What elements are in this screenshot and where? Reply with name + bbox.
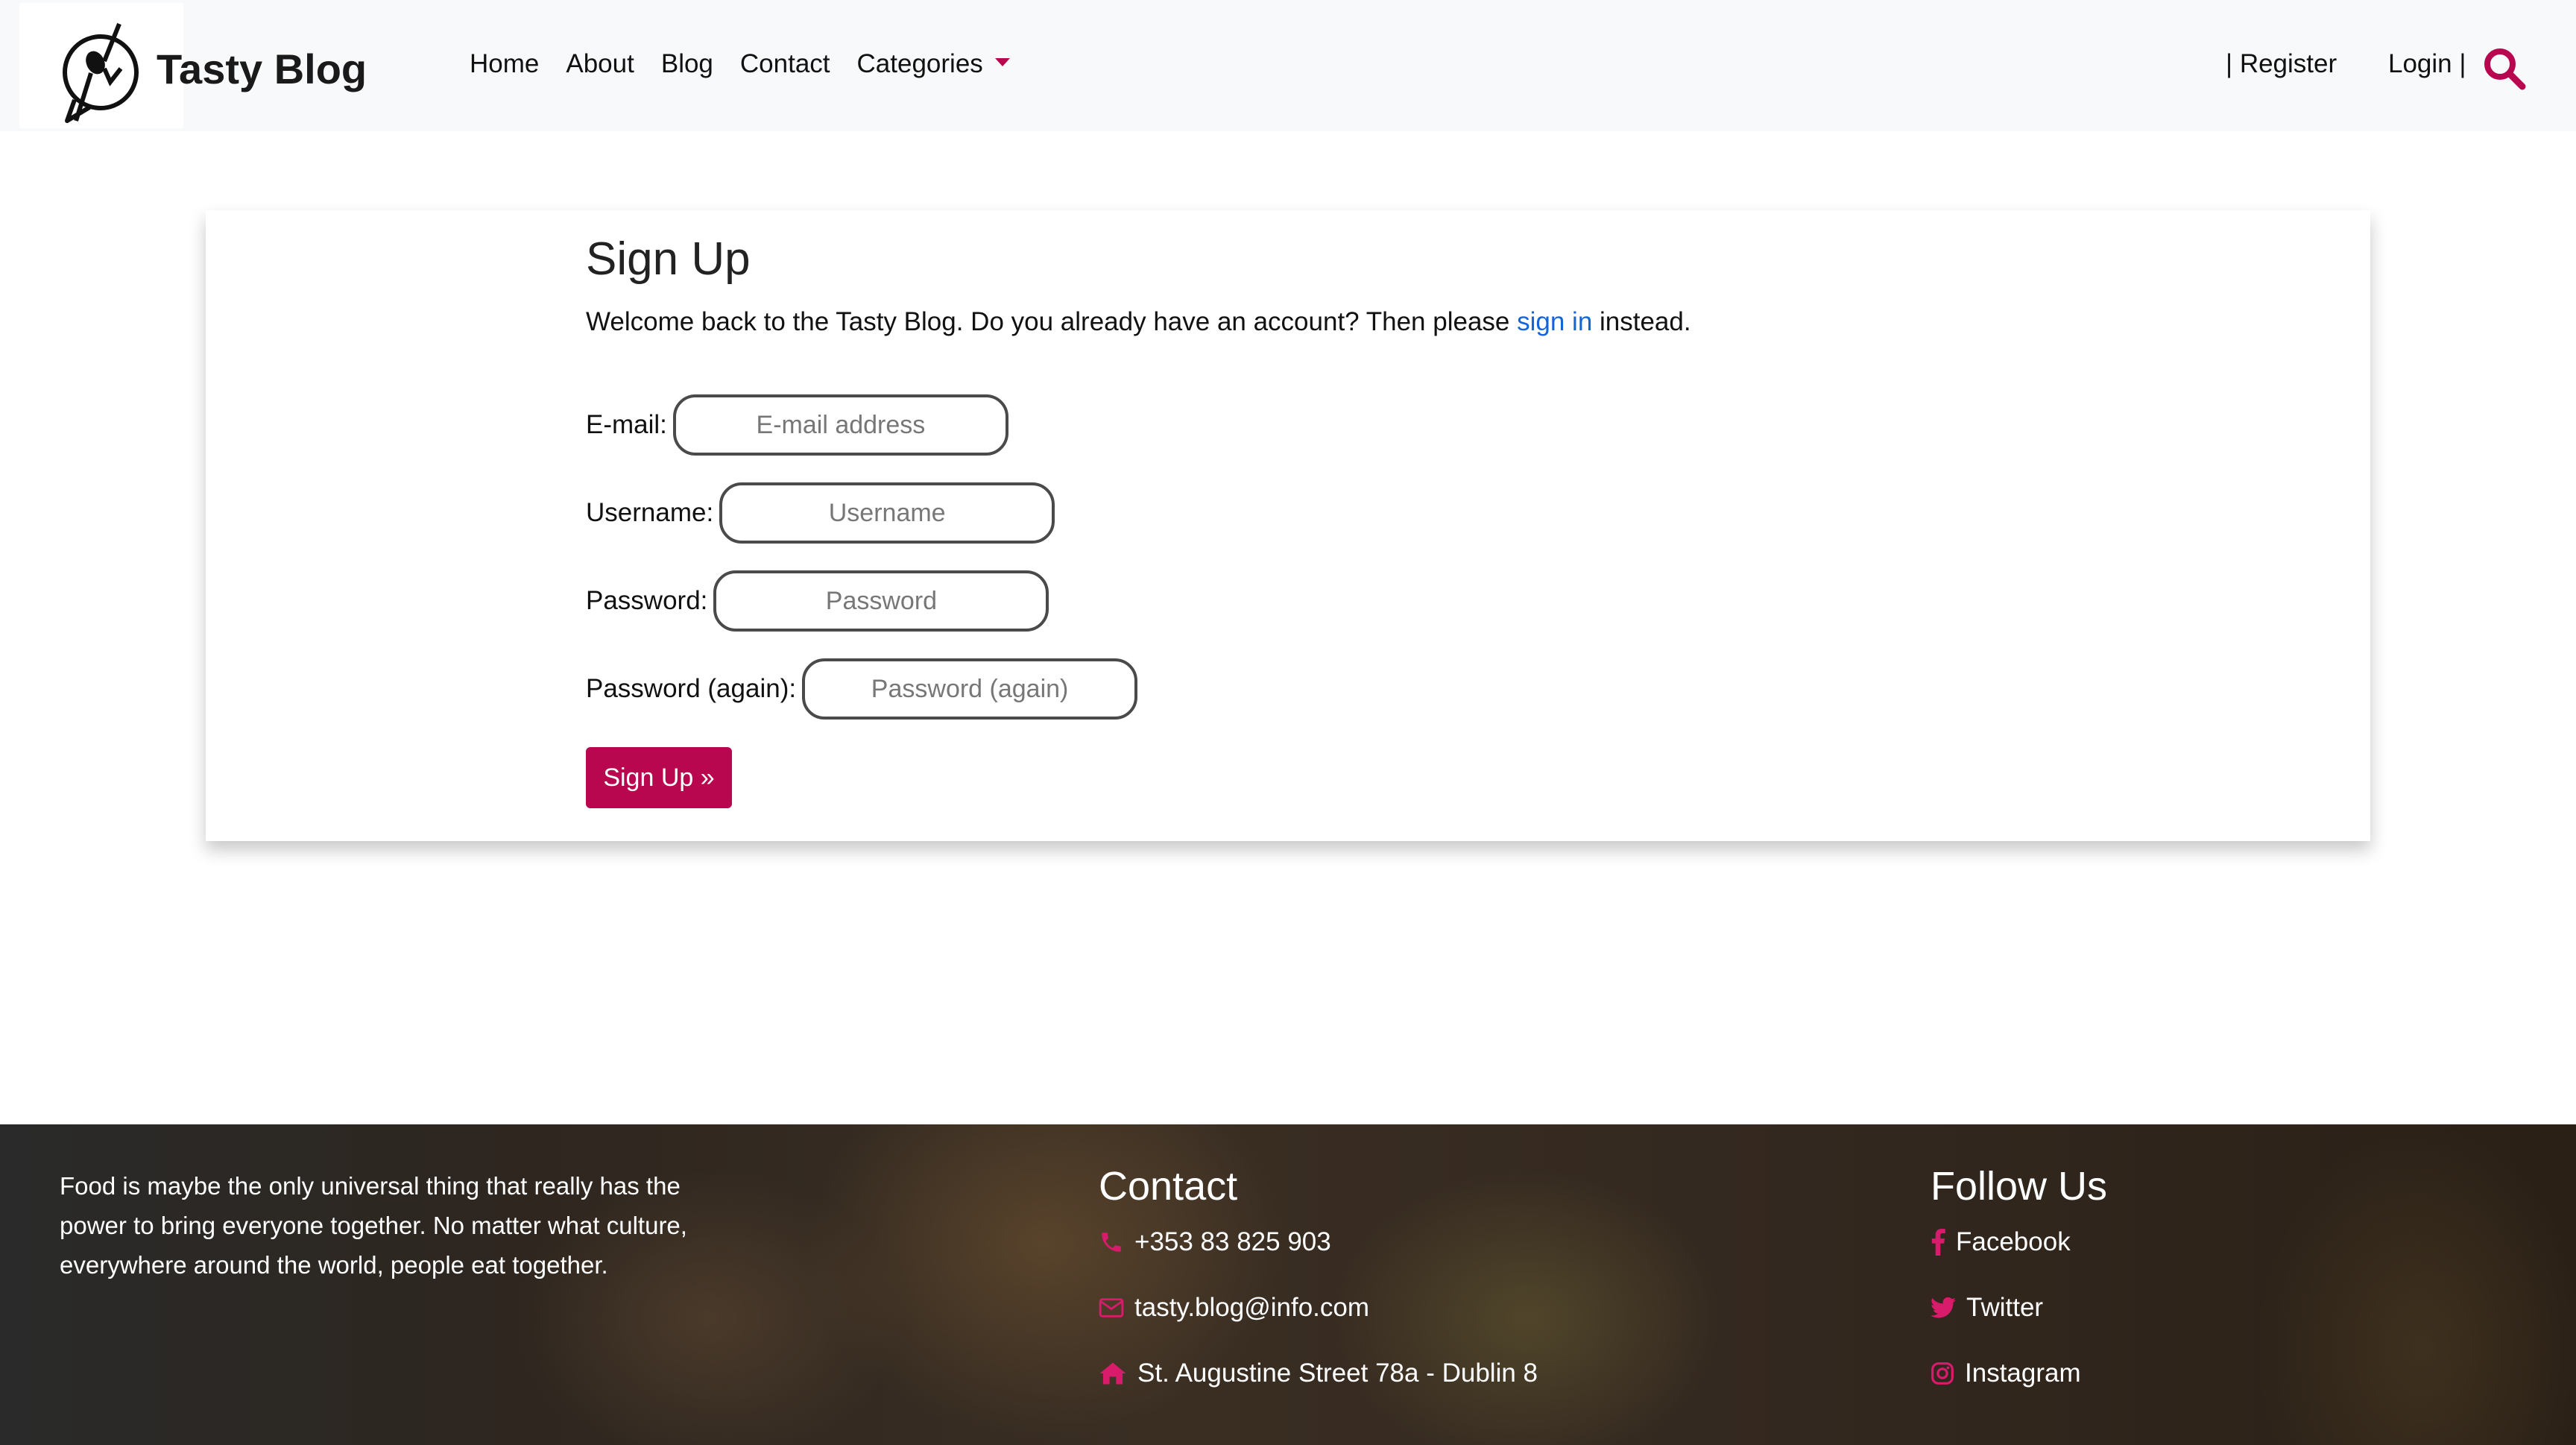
password-again-field[interactable] [802, 658, 1138, 720]
instagram-icon [1931, 1362, 1954, 1385]
search-icon[interactable] [2482, 46, 2527, 91]
twitter-label: Twitter [1966, 1293, 2044, 1322]
username-field[interactable] [719, 482, 1055, 544]
email-text: tasty.blog@info.com [1134, 1293, 1370, 1322]
sign-up-button[interactable]: Sign Up » [586, 747, 732, 808]
phone-icon [1102, 1232, 1121, 1252]
intro-text: Welcome back to the Tasty Blog. Do you a… [586, 307, 1518, 336]
password-row: Password: [586, 570, 1049, 632]
social-twitter[interactable]: Twitter [1931, 1293, 2043, 1323]
register-link[interactable]: | Register [2226, 49, 2337, 79]
nav-blog[interactable]: Blog [661, 49, 713, 79]
nav-categories-dropdown[interactable]: Categories [857, 49, 1010, 79]
chevron-down-icon [994, 58, 1010, 67]
password-again-label: Password (again): [586, 674, 797, 703]
username-row: Username: [586, 482, 1055, 544]
intro-suffix: instead. [1592, 307, 1691, 336]
fork-spoon-logo-icon [63, 22, 139, 123]
username-label: Username: [586, 498, 714, 527]
brand-name[interactable]: Tasty Blog [157, 45, 367, 93]
twitter-icon [1931, 1297, 1956, 1318]
email-label: E-mail: [586, 410, 667, 439]
contact-heading: Contact [1099, 1164, 1238, 1209]
social-facebook[interactable]: Facebook [1931, 1227, 2071, 1257]
email-row: E-mail: [586, 394, 1008, 456]
envelope-icon [1099, 1298, 1124, 1318]
nav-about[interactable]: About [566, 49, 634, 79]
password-again-row: Password (again): [586, 658, 1138, 720]
contact-address: St. Augustine Street 78a - Dublin 8 [1099, 1359, 1538, 1388]
home-icon [1099, 1362, 1126, 1385]
footer: Food is maybe the only universal thing t… [0, 1124, 2576, 1445]
signup-card [206, 210, 2370, 841]
page-title: Sign Up [586, 233, 751, 285]
facebook-label: Facebook [1956, 1227, 2071, 1256]
sign-in-link[interactable]: sign in [1517, 307, 1592, 336]
address-text: St. Augustine Street 78a - Dublin 8 [1137, 1359, 1538, 1388]
signup-intro: Welcome back to the Tasty Blog. Do you a… [586, 307, 1691, 337]
email-field[interactable] [672, 394, 1008, 456]
contact-email[interactable]: tasty.blog@info.com [1099, 1293, 1369, 1323]
social-instagram[interactable]: Instagram [1931, 1359, 2081, 1388]
facebook-icon [1931, 1229, 1945, 1256]
password-field[interactable] [713, 570, 1049, 632]
main-nav: Home About Blog Contact Categories [470, 49, 1010, 79]
password-label: Password: [586, 586, 708, 615]
nav-categories-label: Categories [856, 49, 983, 78]
instagram-label: Instagram [1965, 1359, 2081, 1388]
footer-about-text: Food is maybe the only universal thing t… [60, 1172, 687, 1279]
login-link[interactable]: Login | [2388, 49, 2466, 79]
phone-text: +353 83 825 903 [1134, 1227, 1331, 1256]
nav-contact[interactable]: Contact [740, 49, 830, 79]
follow-heading: Follow Us [1931, 1164, 2108, 1209]
contact-phone[interactable]: +353 83 825 903 [1099, 1227, 1331, 1257]
nav-home[interactable]: Home [470, 49, 539, 79]
navbar: Tasty Blog Home About Blog Contact Categ… [0, 0, 2576, 131]
